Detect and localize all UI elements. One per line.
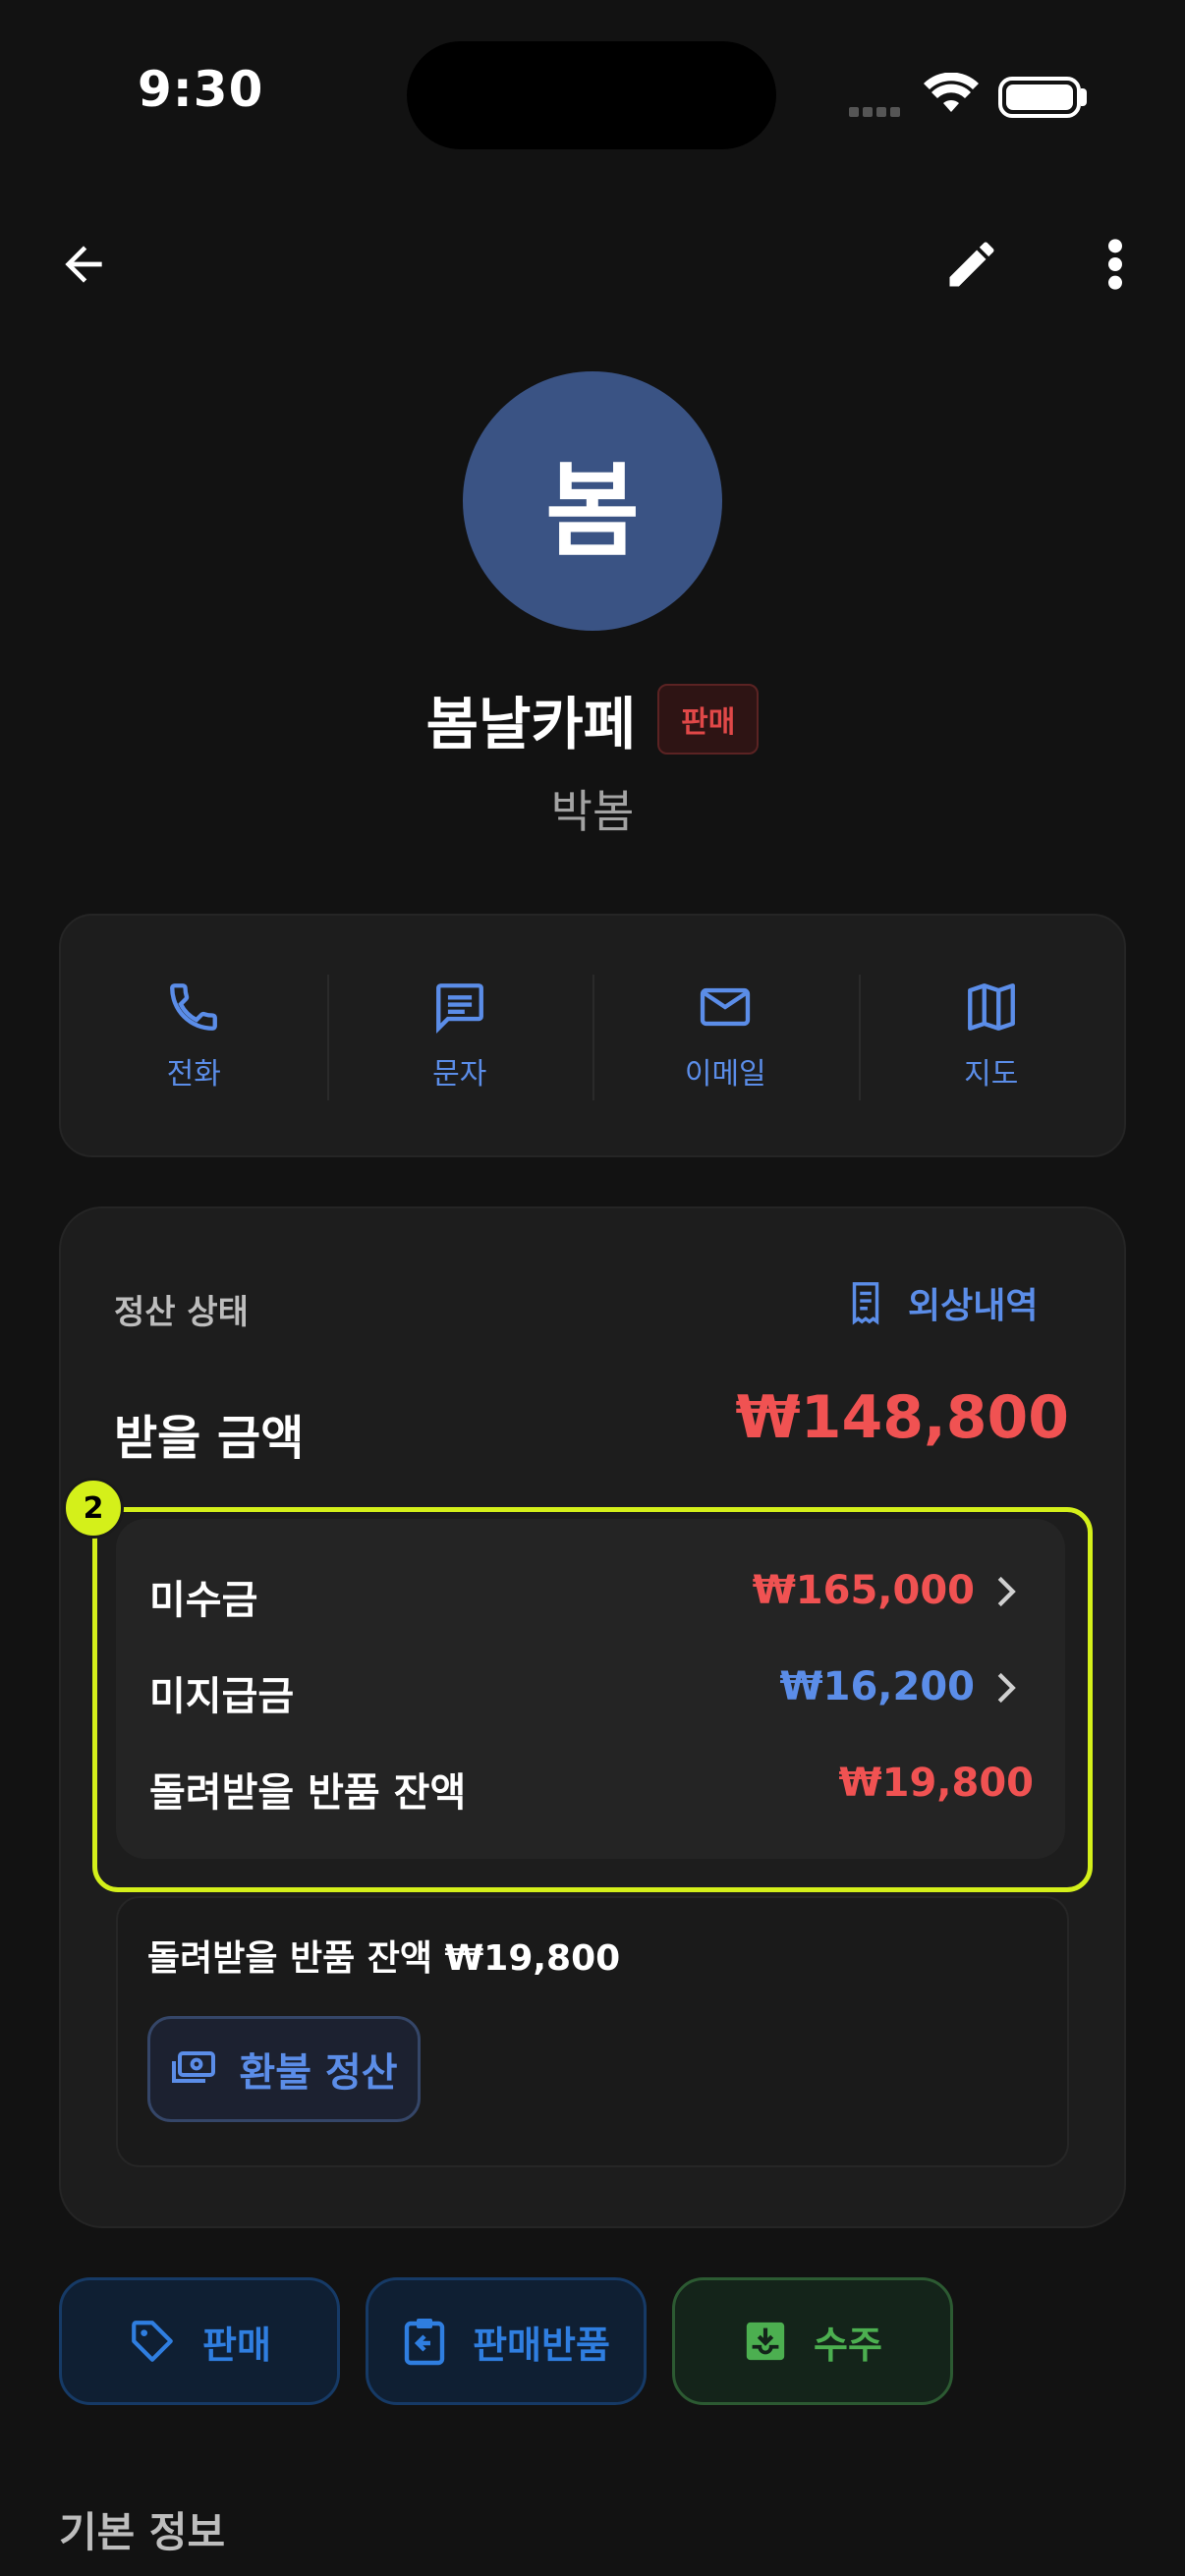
message-icon [435, 983, 483, 1035]
refund-settle-button[interactable]: 환불 정산 [147, 2016, 421, 2122]
sms-label: 문자 [432, 1057, 487, 1092]
tag-icon [132, 2321, 173, 2362]
inbox-download-icon [746, 2322, 785, 2361]
customer-type-badge: 판매 [657, 684, 760, 755]
sale-button[interactable]: 판매 [59, 2277, 340, 2405]
email-label: 이메일 [684, 1057, 766, 1092]
map-label: 지도 [964, 1057, 1019, 1092]
contact-actions-card: 전화 문자 이메일 지도 [59, 914, 1126, 1157]
contact-person-name: 박봄 [550, 785, 635, 838]
refund-settle-label: 환불 정산 [239, 2050, 398, 2096]
more-options-button[interactable] [1071, 220, 1159, 308]
sms-button[interactable]: 문자 [326, 916, 593, 1155]
avatar: 봄 [463, 371, 722, 631]
ledger-history-link[interactable]: 외상내역 [843, 1277, 1038, 1328]
email-button[interactable]: 이메일 [592, 916, 859, 1155]
battery-icon [998, 77, 1081, 118]
clipboard-return-icon [404, 2319, 445, 2366]
sale-return-button[interactable]: 판매반품 [366, 2277, 647, 2405]
back-button[interactable] [39, 220, 128, 308]
more-vertical-icon [1108, 239, 1122, 290]
cellular-signal-icon [849, 102, 904, 121]
refund-notice-text: 돌려받을 반품 잔액 ₩19,800 [147, 1938, 621, 1979]
highlight-outline [92, 1507, 1093, 1892]
pencil-icon [949, 242, 994, 287]
edit-button[interactable] [928, 220, 1016, 308]
basic-info-section-title: 기본 정보 [59, 2508, 226, 2556]
wifi-icon [924, 72, 979, 120]
receipt-icon [852, 1282, 879, 1325]
sale-return-label: 판매반품 [473, 2323, 610, 2367]
map-icon [967, 983, 1015, 1031]
step-marker: 2 [63, 1478, 124, 1539]
mail-icon [701, 987, 751, 1027]
order-label: 수주 [814, 2323, 882, 2367]
call-button[interactable]: 전화 [61, 916, 327, 1155]
cash-icon [172, 2051, 216, 2083]
status-time: 9:30 [138, 61, 264, 118]
call-label: 전화 [166, 1057, 221, 1092]
arrow-left-icon [65, 246, 102, 283]
phone-icon [170, 983, 218, 1031]
customer-name: 봄날카페 [425, 691, 637, 757]
customer-name-row: 봄날카페 판매 [0, 678, 1185, 760]
receivable-label: 받을 금액 [114, 1411, 305, 1466]
map-button[interactable]: 지도 [858, 916, 1125, 1155]
battery-tip [1081, 88, 1087, 106]
sale-label: 판매 [202, 2323, 271, 2367]
order-button[interactable]: 수주 [672, 2277, 953, 2405]
receivable-amount: ₩148,800 [735, 1383, 1069, 1452]
settlement-title: 정산 상태 [114, 1293, 249, 1332]
dynamic-island [407, 41, 776, 149]
ledger-history-label: 외상내역 [908, 1286, 1039, 1326]
